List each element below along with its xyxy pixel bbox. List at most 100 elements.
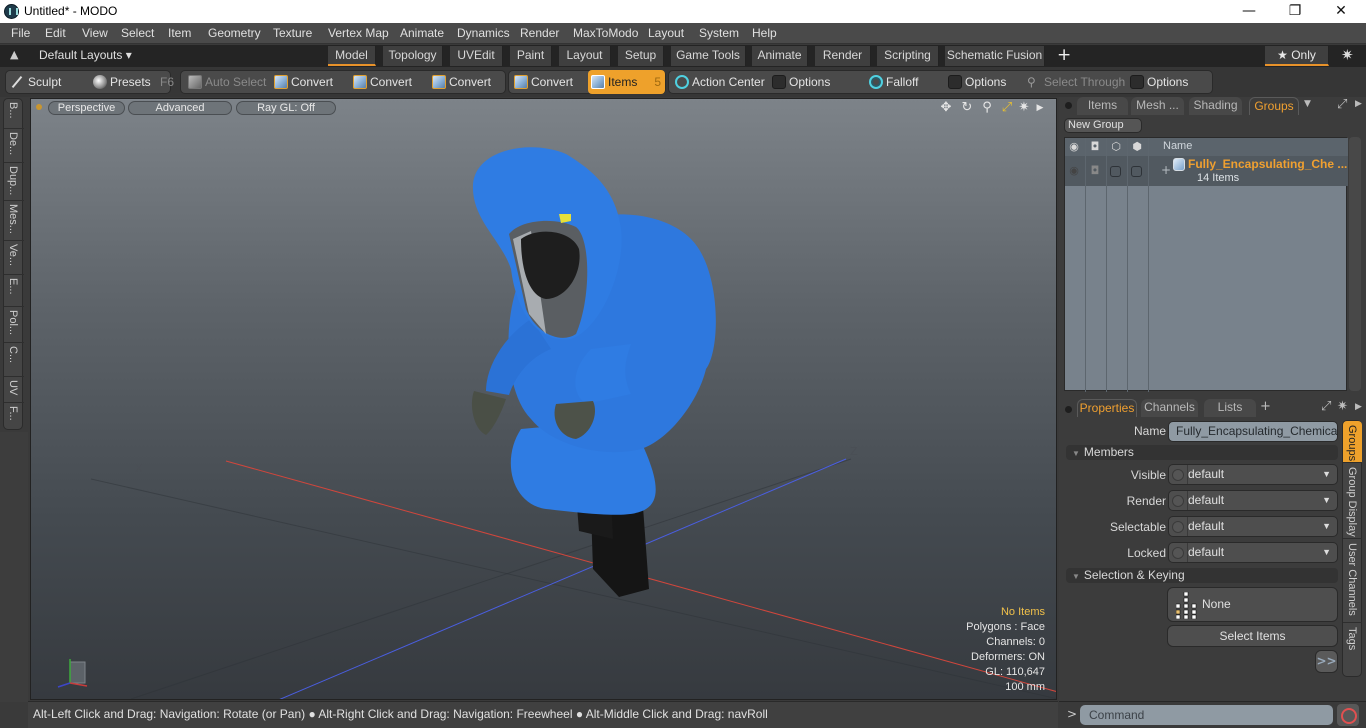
convert-polygons-button[interactable]: Convert	[429, 70, 491, 94]
only-filter-button[interactable]: ★ Only	[1265, 46, 1329, 66]
members-section-header[interactable]: ▼ Members	[1066, 445, 1338, 460]
left-tab-duplicate[interactable]: Dup...	[4, 163, 24, 201]
panel-menu-arrow-icon[interactable]: ▶	[1355, 402, 1362, 412]
gear-icon[interactable]: ✷	[1341, 46, 1354, 64]
lock-cube-icon[interactable]: ⬡	[1110, 141, 1122, 153]
select-through-options-button[interactable]: Options	[1127, 70, 1188, 94]
tab-layout[interactable]: Layout	[559, 46, 611, 66]
expand-group-button[interactable]: +	[1161, 163, 1171, 177]
falloff-options-button[interactable]: Options	[945, 70, 1006, 94]
name-input[interactable]: Fully_Encapsulating_Chemical_Pr	[1168, 421, 1338, 442]
selectable-radio[interactable]	[1172, 521, 1184, 533]
menu-file[interactable]: File	[11, 26, 30, 40]
menu-vertex-map[interactable]: Vertex Map	[328, 26, 389, 40]
tab-model[interactable]: Model	[328, 46, 376, 66]
panel-gear-icon[interactable]: ✷	[1337, 399, 1348, 414]
presets-button[interactable]: Presets F6	[90, 70, 174, 94]
convert-items-button[interactable]: Convert	[511, 70, 573, 94]
expand-panel-icon[interactable]: ⤢	[1337, 97, 1347, 112]
tab-schematic-fusion[interactable]: Schematic Fusion	[945, 46, 1045, 66]
select-through-button[interactable]: ⚲ Select Through	[1024, 70, 1125, 94]
tab-paint[interactable]: Paint	[510, 46, 552, 66]
3d-viewport[interactable]: Perspective Advanced Ray GL: Off ✥ ↻ ⚲ ⤢…	[30, 98, 1057, 700]
tab-animate[interactable]: Animate	[752, 46, 808, 66]
action-center-button[interactable]: Action Center	[672, 70, 765, 94]
tab-setup[interactable]: Setup	[618, 46, 664, 66]
side-tab-groups[interactable]: Groups	[1343, 421, 1362, 463]
tab-render[interactable]: Render	[815, 46, 871, 66]
tab-mesh[interactable]: Mesh ...	[1131, 97, 1184, 115]
minimize-button[interactable]: —	[1226, 0, 1272, 23]
render-camera-icon[interactable]: ◘	[1089, 141, 1101, 153]
default-layouts-dropdown[interactable]: Default Layouts ▾	[39, 48, 132, 62]
menu-layout[interactable]: Layout	[648, 26, 684, 40]
tab-lists[interactable]: Lists	[1204, 399, 1256, 417]
row-select-toggle[interactable]	[1131, 166, 1142, 177]
left-tab-deform[interactable]: De...	[4, 129, 24, 163]
select-items-button[interactable]: Select Items	[1167, 625, 1338, 647]
menu-edit[interactable]: Edit	[45, 26, 66, 40]
hierarchy-selector-button[interactable]: None	[1167, 587, 1338, 622]
new-group-button[interactable]: New Group	[1064, 118, 1142, 133]
convert-vertices-button[interactable]: Convert	[271, 70, 333, 94]
left-tab-polygon[interactable]: Pol...	[4, 307, 24, 343]
menu-item[interactable]: Item	[168, 26, 191, 40]
menu-render[interactable]: Render	[520, 26, 559, 40]
left-tab-curve[interactable]: C...	[4, 343, 24, 377]
side-tab-tags[interactable]: Tags	[1343, 623, 1362, 675]
tab-overflow-dropdown-icon[interactable]: ▼	[1304, 99, 1311, 109]
tab-properties[interactable]: Properties	[1077, 399, 1137, 417]
menu-help[interactable]: Help	[752, 26, 777, 40]
left-tab-basic[interactable]: B...	[4, 99, 24, 129]
left-tab-uv[interactable]: UV	[4, 377, 24, 403]
render-dropdown[interactable]: default ▼	[1168, 490, 1338, 511]
selection-keying-section-header[interactable]: ▼ Selection & Keying	[1066, 568, 1338, 583]
convert-edges-button[interactable]: Convert	[350, 70, 412, 94]
group-row[interactable]: ◉ ◘ + Fully_Encapsulating_Che ... 14 Ite…	[1065, 156, 1348, 186]
collapse-up-icon[interactable]: ▲	[10, 48, 18, 61]
action-center-options-button[interactable]: Options	[769, 70, 830, 94]
menu-maxtomodo[interactable]: MaxToModo	[573, 26, 638, 40]
menu-select[interactable]: Select	[121, 26, 154, 40]
sculpt-button[interactable]: Sculpt	[8, 70, 61, 94]
menu-view[interactable]: View	[82, 26, 108, 40]
expand-panel-icon[interactable]: ⤢	[1321, 399, 1331, 414]
row-render-camera-icon[interactable]: ◘	[1089, 165, 1101, 177]
row-visibility-eye-icon[interactable]: ◉	[1068, 165, 1080, 177]
locked-dropdown[interactable]: default ▼	[1168, 542, 1338, 563]
tab-topology[interactable]: Topology	[383, 46, 443, 66]
side-tab-user-channels[interactable]: User Channels	[1343, 539, 1362, 623]
items-mode-button[interactable]: Items 5	[588, 70, 665, 94]
groups-scrollbar[interactable]	[1349, 137, 1361, 391]
group-name[interactable]: Fully_Encapsulating_Che ...	[1188, 157, 1347, 171]
close-button[interactable]: ✕	[1318, 0, 1364, 23]
locked-radio[interactable]	[1172, 547, 1184, 559]
tab-shading[interactable]: Shading	[1189, 97, 1242, 115]
menu-dynamics[interactable]: Dynamics	[457, 26, 510, 40]
select-cube-icon[interactable]: ⬢	[1131, 141, 1143, 153]
tab-groups[interactable]: Groups	[1249, 97, 1299, 115]
maximize-button[interactable]: ❐	[1272, 0, 1318, 23]
left-tab-mesh-edit[interactable]: Mes...	[4, 201, 24, 241]
record-macro-button[interactable]	[1337, 704, 1359, 726]
falloff-button[interactable]: Falloff	[866, 70, 918, 94]
panel-menu-arrow-icon[interactable]: ▶	[1355, 99, 1362, 109]
add-layout-button[interactable]: +	[1057, 45, 1071, 65]
menu-geometry[interactable]: Geometry	[208, 26, 261, 40]
visibility-eye-icon[interactable]: ◉	[1068, 141, 1080, 153]
tab-game-tools[interactable]: Game Tools	[671, 46, 746, 66]
tab-items[interactable]: Items	[1077, 97, 1128, 115]
row-lock-toggle[interactable]	[1110, 166, 1121, 177]
left-tab-vertex[interactable]: Ve...	[4, 241, 24, 275]
visible-radio[interactable]	[1172, 469, 1184, 481]
left-tab-fusion[interactable]: F...	[4, 403, 24, 430]
menu-animate[interactable]: Animate	[400, 26, 444, 40]
command-input[interactable]: Command	[1080, 705, 1333, 725]
left-tab-edge[interactable]: E...	[4, 275, 24, 307]
render-radio[interactable]	[1172, 495, 1184, 507]
tab-channels[interactable]: Channels	[1141, 399, 1198, 417]
menu-texture[interactable]: Texture	[273, 26, 312, 40]
more-options-button[interactable]: >>	[1315, 650, 1338, 673]
tab-scripting[interactable]: Scripting	[877, 46, 939, 66]
selectable-dropdown[interactable]: default ▼	[1168, 516, 1338, 537]
